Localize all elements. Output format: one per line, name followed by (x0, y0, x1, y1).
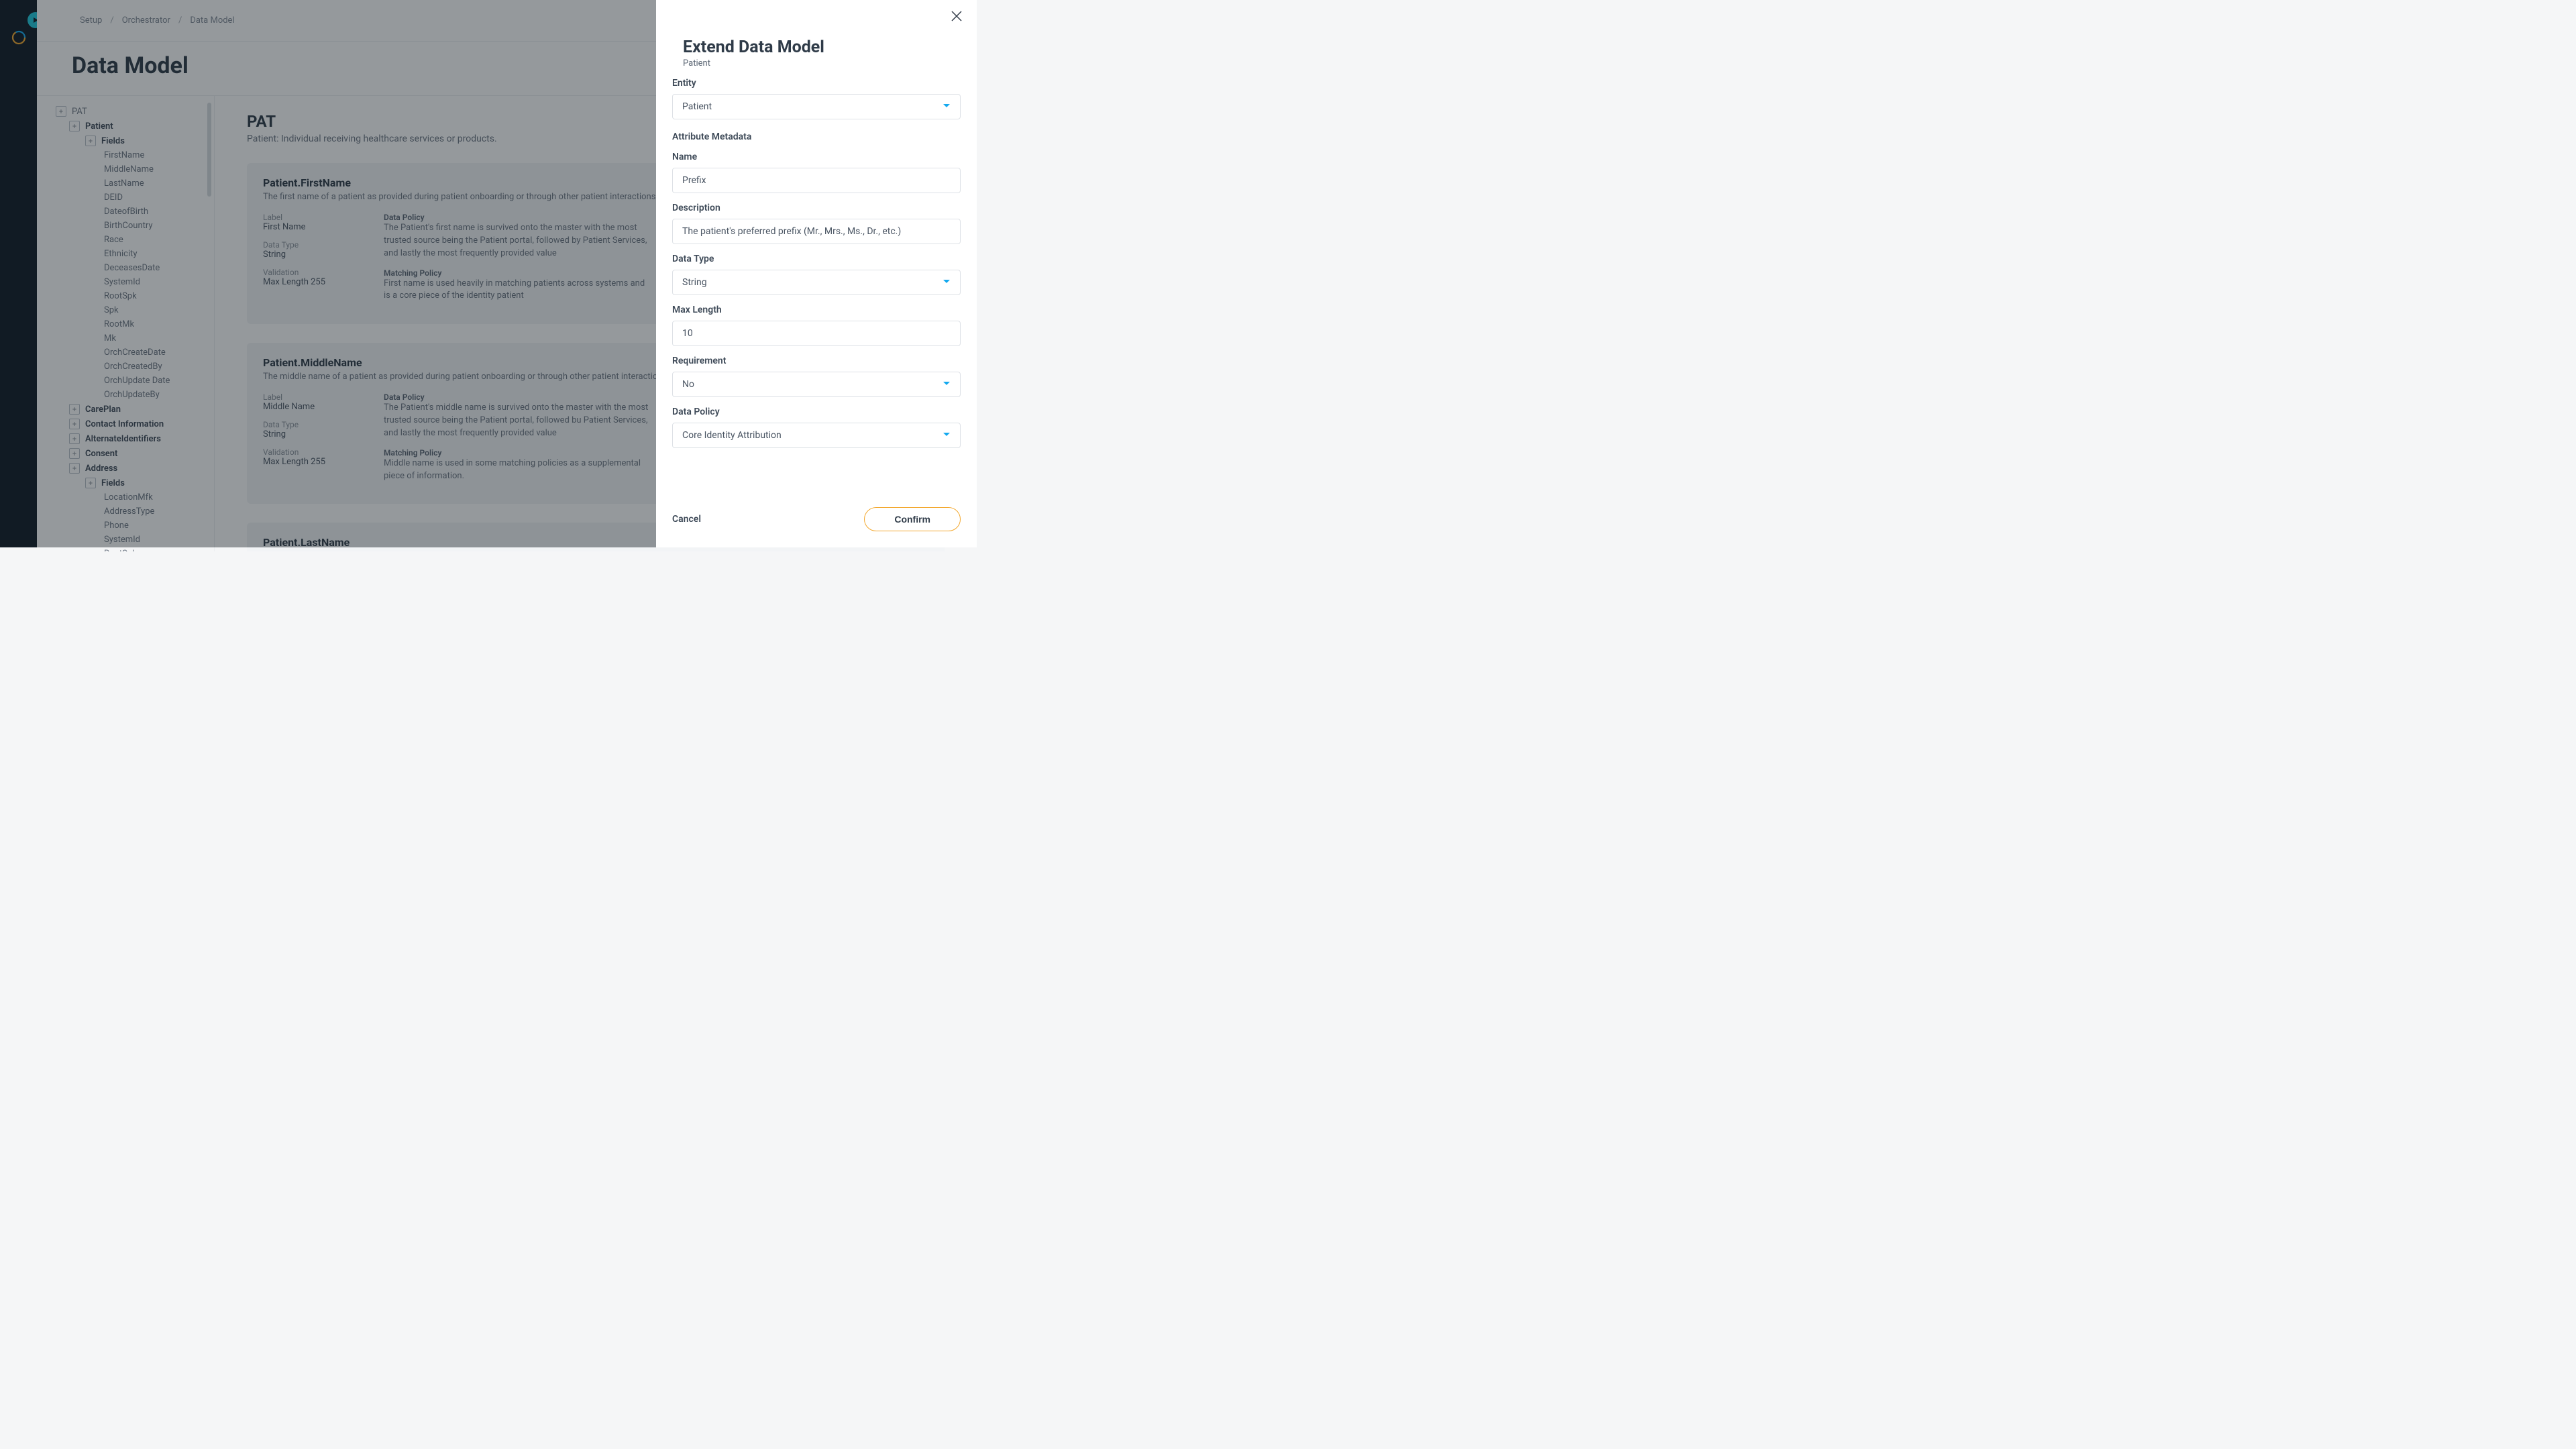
description-label: Description (672, 203, 961, 213)
description-input[interactable]: The patient's preferred prefix (Mr., Mrs… (672, 219, 961, 244)
close-button[interactable] (950, 9, 966, 25)
name-input[interactable]: Prefix (672, 168, 961, 193)
max-length-input[interactable]: 10 (672, 321, 961, 346)
data-policy-select[interactable]: Core Identity Attribution (672, 423, 961, 448)
chevron-down-icon (943, 430, 951, 441)
extend-data-model-panel: Extend Data Model Patient Entity Patient… (656, 0, 977, 547)
cancel-button[interactable]: Cancel (672, 514, 701, 525)
name-label: Name (672, 152, 961, 162)
data-type-select[interactable]: String (672, 270, 961, 295)
panel-subtitle: Patient (683, 58, 961, 68)
requirement-label: Requirement (672, 356, 961, 366)
requirement-select[interactable]: No (672, 372, 961, 397)
tree-leaf[interactable]: RootSpk (37, 547, 214, 551)
max-length-label: Max Length (672, 305, 961, 315)
panel-title: Extend Data Model (683, 38, 961, 57)
confirm-button[interactable]: Confirm (864, 507, 961, 531)
entity-label: Entity (672, 78, 961, 89)
data-policy-label: Data Policy (672, 407, 961, 417)
chevron-down-icon (943, 277, 951, 288)
section-heading: Attribute Metadata (672, 131, 961, 142)
entity-select[interactable]: Patient (672, 94, 961, 119)
chevron-down-icon (943, 379, 951, 390)
data-type-label: Data Type (672, 254, 961, 264)
chevron-down-icon (943, 101, 951, 112)
